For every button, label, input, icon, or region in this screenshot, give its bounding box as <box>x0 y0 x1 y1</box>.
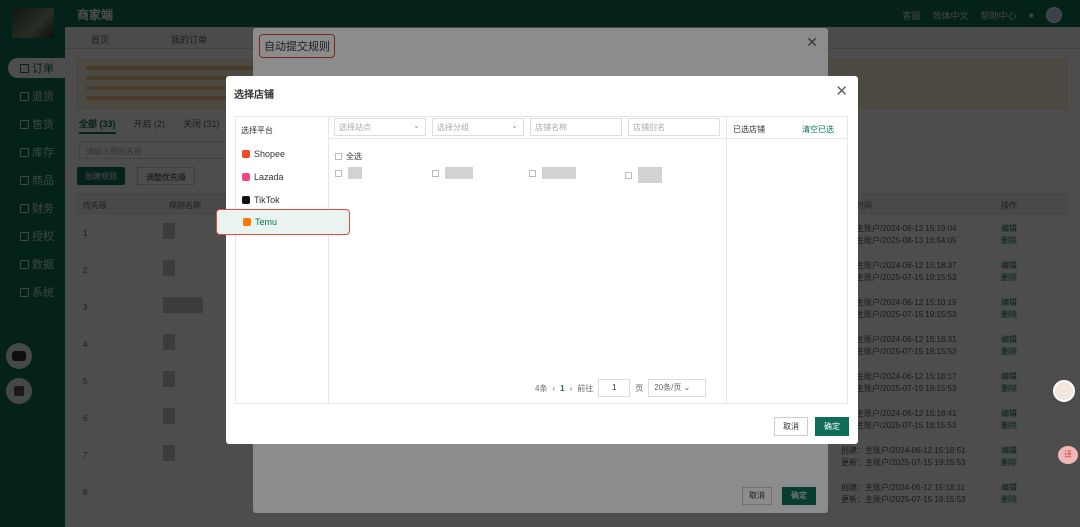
shopee-icon <box>242 150 250 158</box>
platform-lazada[interactable]: Lazada <box>236 166 328 188</box>
tiktok-icon <box>242 196 250 204</box>
selected-column: 已选店铺 清空已选 <box>727 117 848 403</box>
current-page[interactable]: 1 <box>560 384 564 393</box>
pagination: 4条 ‹ 1 › 前往 1 页 20条/页 ⌄ <box>535 379 707 397</box>
store-panel: 选择平台 Shopee Lazada TikTok Temu 选择站点 ⌄ 选择分… <box>216 116 848 404</box>
temu-icon <box>243 218 251 226</box>
store-name-input[interactable]: 店铺名称 <box>530 118 622 136</box>
store-option[interactable] <box>335 167 362 179</box>
platform-shopee[interactable]: Shopee <box>236 143 328 165</box>
chevron-down-icon: ⌄ <box>413 121 420 130</box>
lazada-icon <box>242 173 250 181</box>
goto-page-input[interactable]: 1 <box>598 379 631 397</box>
chevron-down-icon: ⌄ <box>511 121 518 130</box>
store-alias-input[interactable]: 店铺别名 <box>628 118 720 136</box>
platform-tiktok[interactable]: TikTok <box>236 189 328 211</box>
prev-icon[interactable]: ‹ <box>552 384 555 393</box>
dialog-title: 选择店铺 <box>234 90 274 101</box>
confirm-button[interactable]: 确定 <box>815 417 849 436</box>
total-count: 4条 <box>535 383 548 393</box>
checkbox[interactable] <box>335 153 342 160</box>
platform-head: 选择平台 <box>241 126 273 135</box>
group-select[interactable]: 选择分组 ⌄ <box>432 118 524 136</box>
assistant-avatar[interactable] <box>1053 380 1075 402</box>
store-option[interactable] <box>625 167 662 183</box>
store-list-column: 选择站点 ⌄ 选择分组 ⌄ 店铺名称 店铺别名 全选 4条 ‹ 1 › 前往 1 页… <box>329 117 727 403</box>
clear-selected-link[interactable]: 清空已选 <box>802 124 834 135</box>
selected-head: 已选店铺 <box>733 125 765 134</box>
store-option[interactable] <box>432 167 473 179</box>
site-select[interactable]: 选择站点 ⌄ <box>334 118 426 136</box>
next-icon[interactable]: › <box>570 384 573 393</box>
select-store-dialog: 选择店铺 ✕ 选择平台 Shopee Lazada TikTok Temu 选择… <box>216 76 858 444</box>
check-all[interactable]: 全选 <box>335 151 362 162</box>
platform-column: 选择平台 Shopee Lazada TikTok Temu <box>216 117 350 403</box>
cancel-button[interactable]: 取消 <box>774 417 808 436</box>
close-icon[interactable]: ✕ <box>835 82 848 100</box>
translate-icon[interactable]: 译 <box>1058 446 1078 464</box>
per-page-select[interactable]: 20条/页 ⌄ <box>648 379 707 397</box>
store-option[interactable] <box>529 167 576 179</box>
